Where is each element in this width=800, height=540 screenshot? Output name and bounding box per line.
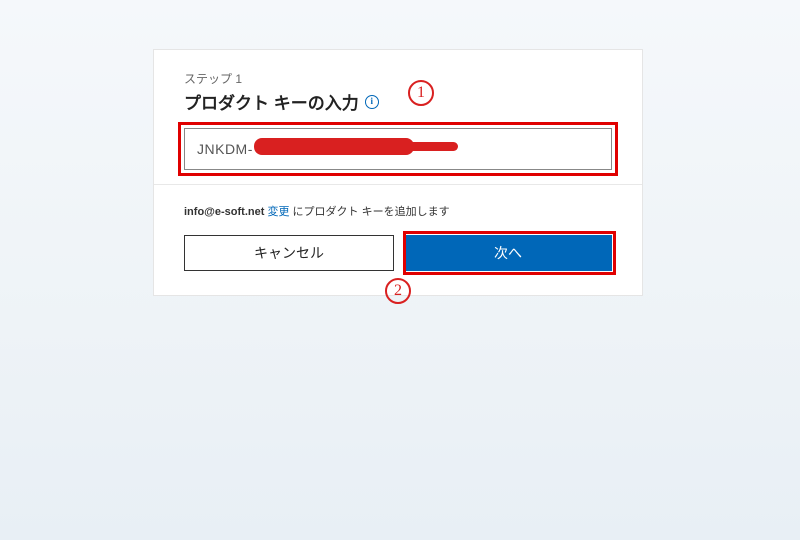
page-title: プロダクト キーの入力 (184, 89, 359, 114)
product-key-card: ステップ 1 プロダクト キーの入力 i info@e-soft.net 変更 … (153, 49, 643, 296)
divider (154, 184, 642, 185)
step-label: ステップ 1 (184, 70, 612, 87)
cancel-button[interactable]: キャンセル (184, 235, 394, 271)
button-row: キャンセル 次へ (184, 235, 612, 271)
account-email: info@e-soft.net (184, 206, 264, 218)
info-icon[interactable]: i (365, 95, 379, 109)
account-suffix-text: にプロダクト キーを追加します (293, 206, 450, 218)
change-account-link[interactable]: 変更 (267, 206, 289, 218)
product-key-input-wrap (184, 128, 612, 170)
redaction-mark (254, 138, 414, 155)
account-info-line: info@e-soft.net 変更 にプロダクト キーを追加します (184, 203, 612, 219)
title-row: プロダクト キーの入力 i (184, 89, 612, 114)
next-button[interactable]: 次へ (404, 235, 612, 271)
